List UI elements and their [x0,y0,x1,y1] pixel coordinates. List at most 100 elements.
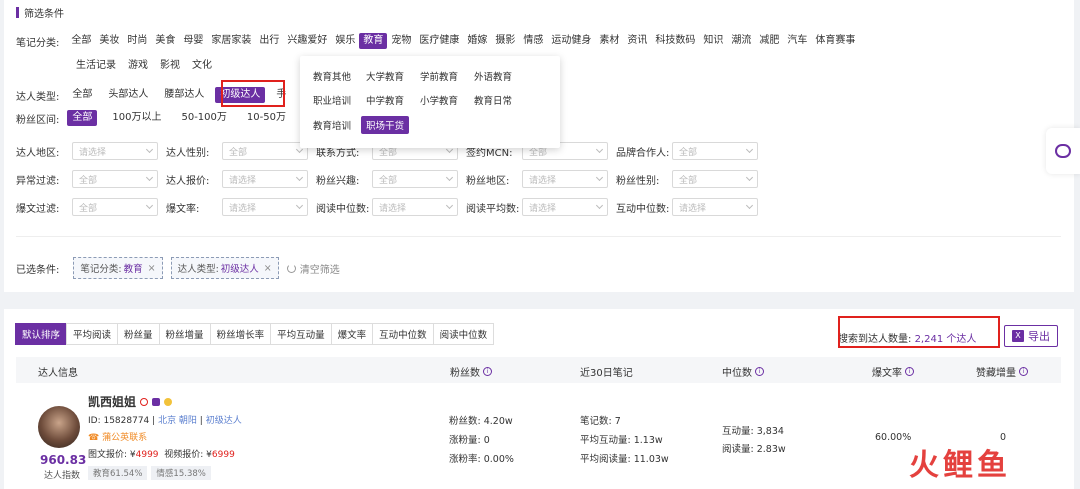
table-header-cell[interactable]: 粉丝数 i [450,364,492,379]
category-chips: 教育61.54% 情感15.38% [88,466,215,480]
filter-panel: 筛选条件 笔记分类: 全部 美妆 时尚 美食 母婴 家居家装 出行 兴趣爱好 娱乐 教育 宠物 医疗健… [4,0,1074,292]
info-icon[interactable]: i [483,367,492,376]
dropdown-option[interactable]: 职业培训 [308,91,356,109]
category-option[interactable]: 影视 [156,58,184,74]
sort-tab[interactable]: 爆文率 [330,323,374,345]
category-option[interactable]: 知识 [699,33,727,49]
export-button[interactable]: X 导出 [1004,325,1058,347]
talent-type-option[interactable]: 腰部达人 [159,87,209,103]
filter-select[interactable]: 请选择 [72,142,158,160]
table-header-cell[interactable]: 赞藏增量 i [976,364,1028,379]
filter-value: 请选择 [229,175,257,186]
category-option[interactable]: 素材 [595,33,623,49]
category-option[interactable]: 摄影 [491,33,519,49]
category-option[interactable]: 婚嫁 [463,33,491,49]
table-header-cell[interactable]: 中位数 i [722,364,764,379]
sort-tab[interactable]: 平均互动量 [270,323,332,345]
filter-select[interactable]: 请选择 [522,198,608,216]
sort-tab[interactable]: 粉丝增量 [158,323,211,345]
close-icon[interactable]: × [264,263,272,274]
fans-range-option[interactable]: 50-100万 [176,110,231,126]
talent-type-option[interactable]: 头部达人 [103,87,153,103]
search-icon[interactable] [140,397,149,406]
talent-name[interactable]: 凯西姐姐 [88,393,173,410]
category-option[interactable]: 出行 [255,33,283,49]
sort-tab[interactable]: 默认排序 [15,323,68,345]
chevron-down-icon [595,173,604,182]
fans-range-option[interactable]: 全部 [67,110,98,126]
category-option[interactable]: 美妆 [95,33,123,49]
clear-filters-button[interactable]: 清空筛选 [286,261,340,276]
category-option[interactable]: 宠物 [387,33,415,49]
category-option[interactable]: 资讯 [623,33,651,49]
category-option[interactable]: 减肥 [755,33,783,49]
dropdown-option[interactable]: 教育日常 [469,91,517,109]
location-link[interactable]: 北京 朝阳 [158,416,197,426]
talent-type-option[interactable]: 全部 [67,87,97,103]
fans-range-option[interactable]: 10-50万 [242,110,291,126]
dropdown-option[interactable]: 教育其他 [308,67,356,85]
category-option[interactable]: 家居家装 [207,33,255,49]
category-option[interactable]: 游戏 [124,58,152,74]
category-option[interactable]: 时尚 [123,33,151,49]
star-icon [164,397,173,406]
category-option[interactable]: 体育赛事 [811,33,859,49]
filter-field: 粉丝兴趣: 全部 [316,170,458,188]
filter-field: 达人性别: 全部 [166,142,308,160]
dropdown-option[interactable]: 大学教育 [361,67,409,85]
filter-field: 爆文率: 请选择 [166,198,308,216]
dropdown-option[interactable]: 外语教育 [469,67,517,85]
highlight-result-count [838,316,1000,348]
dropdown-option[interactable]: 职场干货 [361,116,410,134]
category-option[interactable]: 医疗健康 [415,33,463,49]
category-option[interactable]: 潮流 [727,33,755,49]
filter-select[interactable]: 全部 [72,170,158,188]
dropdown-option[interactable]: 教育培训 [308,116,356,134]
dropdown-option[interactable]: 小学教育 [415,91,463,109]
dropdown-option[interactable]: 中学教育 [361,91,409,109]
sort-tab[interactable]: 平均阅读 [66,323,119,345]
filter-select[interactable]: 请选择 [222,170,308,188]
table-header-cell[interactable]: 近30日笔记 [580,364,633,379]
info-icon[interactable]: i [755,367,764,376]
fans-range-option[interactable]: 100万以上 [107,110,166,126]
sort-tab[interactable]: 粉丝增长率 [209,323,272,345]
filter-select[interactable]: 请选择 [672,198,758,216]
sort-tab[interactable]: 阅读中位数 [432,323,495,345]
filter-select[interactable]: 请选择 [522,170,608,188]
filter-select[interactable]: 请选择 [372,198,458,216]
customer-service-icon[interactable] [1046,128,1080,174]
close-icon[interactable]: × [148,263,156,274]
info-icon[interactable]: i [1019,367,1028,376]
category-option[interactable]: 全部 [67,33,95,49]
category-option[interactable]: 情感 [519,33,547,49]
category-option[interactable]: 母婴 [179,33,207,49]
avg-read: 平均阅读量: 11.03w [580,454,669,465]
filter-select[interactable]: 全部 [672,142,758,160]
category-option[interactable]: 美食 [151,33,179,49]
info-icon[interactable]: i [905,367,914,376]
category-option[interactable]: 科技数码 [651,33,699,49]
category-option[interactable]: 娱乐 [331,33,359,49]
category-option[interactable]: 运动健身 [547,33,595,49]
category-row: 笔记分类: 全部 美妆 时尚 美食 母婴 家居家装 出行 兴趣爱好 娱乐 教育 宠物 医疗健康 婚嫁 摄影… [16,33,859,49]
category-option[interactable]: 兴趣爱好 [283,33,331,49]
filter-select[interactable]: 全部 [672,170,758,188]
sort-tab[interactable]: 粉丝量 [117,323,160,345]
avatar[interactable] [38,406,80,448]
category-option[interactable]: 生活记录 [72,58,120,74]
contact-link[interactable]: ☎ 蒲公英联系 [88,430,147,443]
filter-select[interactable]: 全部 [222,142,308,160]
filter-select[interactable]: 全部 [372,170,458,188]
filter-select[interactable]: 请选择 [222,198,308,216]
category-option[interactable]: 教育 [359,33,388,49]
section-title: 筛选条件 [16,5,64,20]
dropdown-option[interactable]: 学前教育 [415,67,463,85]
filter-field: 爆文过滤: 全部 [16,198,158,216]
category-option[interactable]: 文化 [188,58,216,74]
filter-select[interactable]: 全部 [72,198,158,216]
level-link[interactable]: 初级达人 [206,416,242,426]
category-option[interactable]: 汽车 [783,33,811,49]
table-header-cell[interactable]: 爆文率 i [872,364,914,379]
sort-tab[interactable]: 互动中位数 [372,323,434,345]
